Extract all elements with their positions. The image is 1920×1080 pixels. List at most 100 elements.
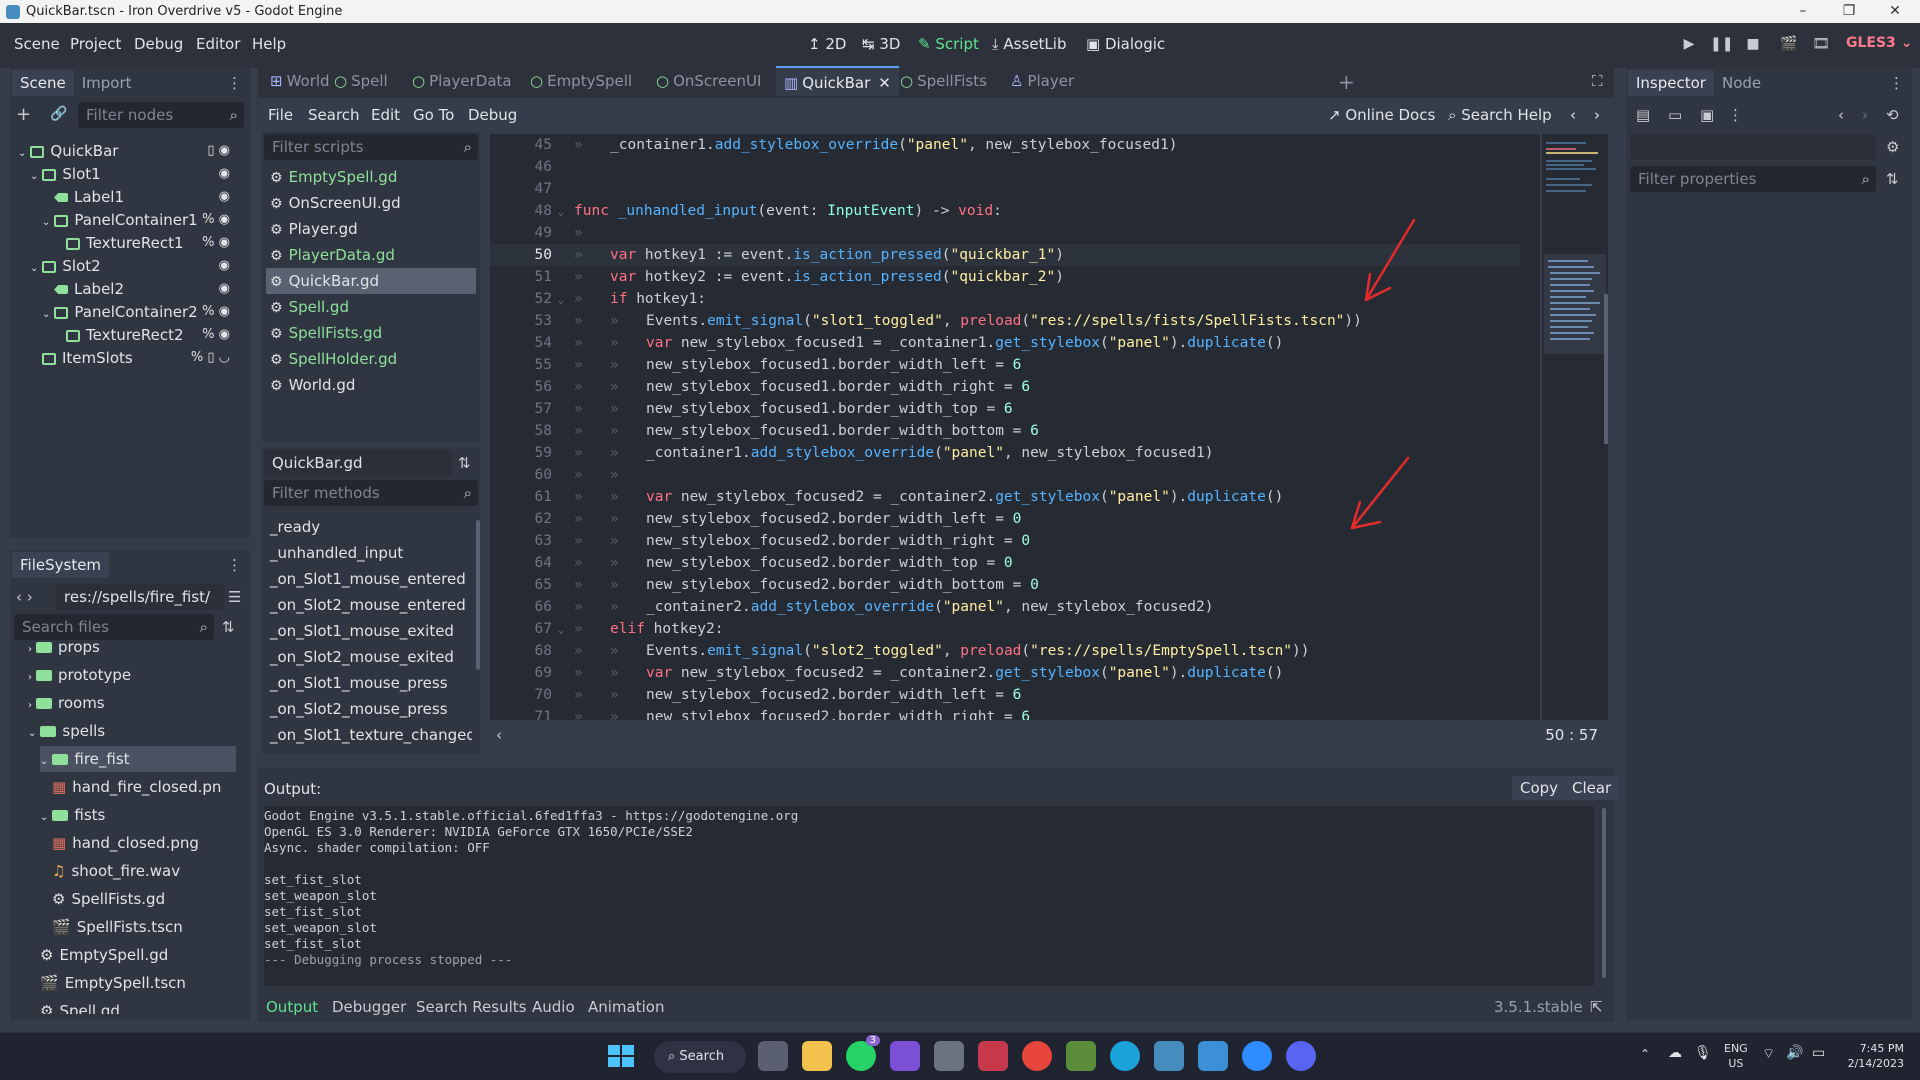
open-folder-icon[interactable]: ▭ [1668,106,1682,124]
paint-icon[interactable] [1198,1041,1228,1071]
play-scene-icon[interactable]: 🎬 [1778,33,1800,55]
menu-project[interactable]: Project [70,35,121,53]
method-item[interactable]: _on_Slot2_mouse_entered [270,592,466,618]
history-icon[interactable]: ⟲ [1886,106,1899,124]
file-item[interactable]: ⚙ Spell.gd [40,998,236,1014]
folder-arrow-icon[interactable]: ⌄ [40,812,48,823]
code-line[interactable]: 71 » » new_stylebox_focused2.border_width_r… [490,706,1520,720]
workspace-dialogic[interactable]: ▣ Dialogic [1086,35,1165,53]
method-item[interactable]: _unhandled_input [270,540,403,566]
script-menu-file[interactable]: File [268,106,293,124]
script-list-item[interactable]: ⚙ Spell.gd [266,294,476,320]
object-selector[interactable] [1630,134,1876,160]
script-list-item[interactable]: ⚙ OnScreenUI.gd [266,190,476,216]
tab-animation[interactable]: Animation [588,998,664,1016]
method-item[interactable]: _on_Slot1_mouse_press [270,670,448,696]
link-icon[interactable]: 🔗 [50,106,67,122]
discord-icon[interactable] [1286,1041,1316,1071]
volume-icon[interactable]: 🔊 [1786,1045,1803,1061]
code-line[interactable]: 67 ⌄» elif hotkey2: [490,618,1520,640]
menu-help[interactable]: Help [252,35,286,53]
code-line[interactable]: 46 [490,156,1520,178]
pause-icon[interactable]: ❚❚ [1710,33,1733,55]
file-item[interactable]: ⌄ fire_fist [40,746,236,772]
editor-tab[interactable]: ○ EmptySpell [522,66,640,96]
editor-tab[interactable]: ○ PlayerData [404,66,520,96]
folder-arrow-icon[interactable]: › [28,672,32,683]
file-item[interactable]: ⌄ spells [28,718,236,744]
file-item[interactable]: 🎬 EmptySpell.tscn [40,970,236,996]
tab-import[interactable]: Import [74,70,140,96]
workspace-script[interactable]: ✎ Script [918,35,979,53]
script-menu-edit[interactable]: Edit [371,106,400,124]
workspace-assetlib[interactable]: ⤓ AssetLib [992,35,1066,53]
copy-button[interactable]: Copy [1512,776,1567,800]
minimap[interactable] [1542,134,1608,720]
search-help-button[interactable]: ⌕ Search Help [1448,106,1552,124]
code-line[interactable]: 69 » » var new_stylebox_focused2 = _contain… [490,662,1520,684]
maximize-button[interactable]: ❐ [1826,0,1872,23]
file-item[interactable]: ▦ hand_closed.png [52,830,236,856]
tab-output[interactable]: Output [266,998,318,1016]
output-scrollbar[interactable] [1602,808,1606,978]
workspace-3d[interactable]: ↹ 3D [862,35,900,53]
language-indicator[interactable]: ENG US [1724,1041,1748,1071]
onedrive-icon[interactable]: ☁ [1668,1045,1682,1061]
add-tab-icon[interactable]: + [1338,70,1355,94]
play-icon[interactable]: ▶ [1678,33,1700,55]
folder-arrow-icon[interactable]: › [28,644,32,655]
scene-node[interactable]: ItemSlots % ▯ ◡ [30,345,240,371]
dock-menu-icon[interactable]: ⋮ [1889,74,1904,92]
clear-button[interactable]: Clear [1564,776,1620,800]
play-custom-scene-icon[interactable]: 🎞 [1810,33,1832,55]
whatsapp-icon[interactable]: 3 [846,1035,880,1071]
code-line[interactable]: 45 » _container1.add_stylebox_override("pa… [490,134,1520,156]
filter-methods-input[interactable]: Filter methods ⌕ [264,480,478,506]
script-list-item[interactable]: ⚙ SpellHolder.gd [266,346,476,372]
add-node-icon[interactable]: + [16,104,31,125]
stop-icon[interactable]: ■ [1742,33,1764,55]
method-item[interactable]: _ready [270,514,320,540]
expand-arrow-icon[interactable]: ⌄ [42,309,50,320]
script-list-item[interactable]: ⚙ SpellFists.gd [266,320,476,346]
code-line[interactable]: 47 [490,178,1520,200]
file-item[interactable]: ⚙ EmptySpell.gd [40,942,236,968]
dock-menu-icon[interactable]: ⋮ [227,556,242,574]
split-mode-icon[interactable]: ☰ [228,588,241,606]
sort-icon[interactable]: ⇅ [222,618,235,636]
new-resource-icon[interactable]: ▤ [1636,106,1650,124]
tab-inspector[interactable]: Inspector [1628,70,1714,96]
tab-debugger[interactable]: Debugger [332,998,406,1016]
script-list-item[interactable]: ⚙ World.gd [266,372,476,398]
expand-panel-icon[interactable]: ⇱ [1590,998,1603,1016]
file-item[interactable]: 🎬 SpellFists.tscn [52,914,236,940]
script-list-item[interactable]: ⚙ QuickBar.gd [266,268,476,294]
editor-tab[interactable]: ○ SpellFists [892,66,995,96]
method-item[interactable]: _on_Slot2_mouse_press [270,696,448,722]
editor-tab[interactable]: ▥ QuickBar ✕ [776,66,899,96]
folder-arrow-icon[interactable]: ⌄ [40,756,48,767]
start-button[interactable] [604,1041,634,1071]
clipchamp-icon[interactable] [890,1041,920,1071]
editor-tab[interactable]: ♙ Player [1002,66,1082,96]
history-back-icon[interactable]: ‹ [1570,106,1576,124]
menu-scene[interactable]: Scene [14,35,60,53]
file-item[interactable]: ▦ hand_fire_closed.pn [52,774,236,800]
task-view-icon[interactable] [758,1041,788,1071]
file-item[interactable]: ⚙ SpellFists.gd [52,886,236,912]
menu-debug[interactable]: Debug [134,35,183,53]
file-item[interactable]: ⌄ fists [40,802,236,828]
file-explorer-icon[interactable] [802,1041,832,1071]
more-options-icon[interactable]: ⋮ [1728,106,1743,124]
expand-arrow-icon[interactable]: ⌄ [18,148,26,159]
script-list-item[interactable]: ⚙ EmptySpell.gd [266,164,476,190]
wifi-icon[interactable]: ⌔ [1762,1045,1775,1063]
method-item[interactable]: _on_Slot1_mouse_entered [270,566,466,592]
fold-arrow-icon[interactable]: ⌄ [558,202,574,224]
method-item[interactable]: _on_Slot1_texture_changed [270,722,472,748]
chrome-icon[interactable] [1022,1041,1052,1071]
tab-search-results[interactable]: Search Results [416,998,526,1016]
renderer-select[interactable]: GLES3 ⌄ [1846,35,1912,51]
filter-properties-input[interactable]: Filter properties ⌕ [1630,166,1876,192]
toggle-scripts-panel-icon[interactable]: ‹ [496,726,502,744]
